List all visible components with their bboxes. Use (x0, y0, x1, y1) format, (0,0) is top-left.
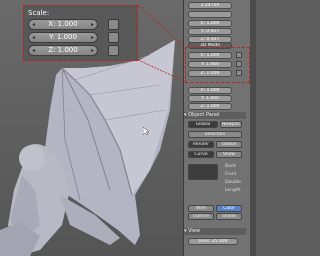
checkbox-label[interactable]: Back (225, 164, 236, 169)
top-value-field[interactable] (188, 11, 232, 18)
object-row-button[interactable]: Newpos (220, 121, 242, 128)
scale-y-row: ◂ Y: 1.000 ▸ (28, 32, 133, 43)
scale-y-field[interactable]: ◂ Y: 1.000 ▸ (28, 32, 98, 43)
object-row-button[interactable]: Show (216, 151, 242, 158)
dimension-z-field[interactable]: Z: 1.000 (188, 103, 232, 110)
object-panel-header[interactable]: ▾ Object Panel (184, 112, 246, 119)
view-panel-header[interactable]: ▾ View (184, 228, 246, 235)
object-row-button[interactable]: Global (188, 121, 218, 128)
scale-x-field-small[interactable]: X: 1.000 (188, 52, 232, 59)
draw-button[interactable]: Wire (188, 205, 214, 212)
scale-y-field-small[interactable]: Y: 1.000 (188, 61, 232, 68)
lock-icon[interactable] (236, 70, 242, 76)
object-row-button[interactable]: Curve (188, 151, 214, 158)
scale-x-row: ◂ X: 1.000 ▸ (28, 19, 133, 30)
checkbox-label[interactable]: Length (225, 188, 241, 193)
top-value-field[interactable]: Y: 0.927 (188, 28, 232, 35)
checkbox-label[interactable]: Front (225, 172, 236, 177)
dimension-x-field[interactable]: X: 1.000 (188, 87, 232, 94)
lock-icon[interactable] (108, 45, 119, 56)
top-value-field[interactable]: X: 1.000 (188, 20, 232, 27)
lock-icon[interactable] (108, 19, 119, 30)
draw-button[interactable]: Color (216, 205, 242, 212)
mouse-cursor-icon (143, 127, 149, 135)
top-value-field[interactable]: 2.24704 (188, 2, 232, 9)
scale-zoom-callout: Scale: ◂ X: 1.000 ▸ ◂ Y: 1.000 ▸ ◂ Z: 1.000 ▸ (23, 5, 138, 61)
checkbox-label[interactable]: Double (225, 180, 241, 185)
lock-icon[interactable] (236, 52, 242, 58)
color-swatch[interactable] (188, 164, 218, 180)
panel-scrollbar[interactable] (250, 0, 256, 256)
dimension-y-field[interactable]: Y: 1.000 (188, 95, 232, 102)
scale-title: Scale: (28, 9, 50, 17)
scale-z-field-small[interactable]: Z: 1.000 (188, 70, 232, 77)
scale-x-field[interactable]: ◂ X: 1.000 ▸ (28, 19, 98, 30)
draw-button[interactable]: Outline (188, 213, 214, 220)
draw-button[interactable]: Shade (216, 213, 242, 220)
scale-z-row: ◂ Z: 1.000 ▸ (28, 45, 133, 56)
object-row-button[interactable]: Selection (188, 131, 242, 138)
scale-z-field[interactable]: ◂ Z: 1.000 ▸ (28, 45, 98, 56)
object-row-button[interactable]: Render (188, 141, 214, 148)
lock-icon[interactable] (108, 32, 119, 43)
lens-field[interactable]: Lens: 35.000 (188, 238, 238, 245)
lock-icon[interactable] (236, 61, 242, 67)
object-row-button[interactable]: Global (216, 141, 242, 148)
